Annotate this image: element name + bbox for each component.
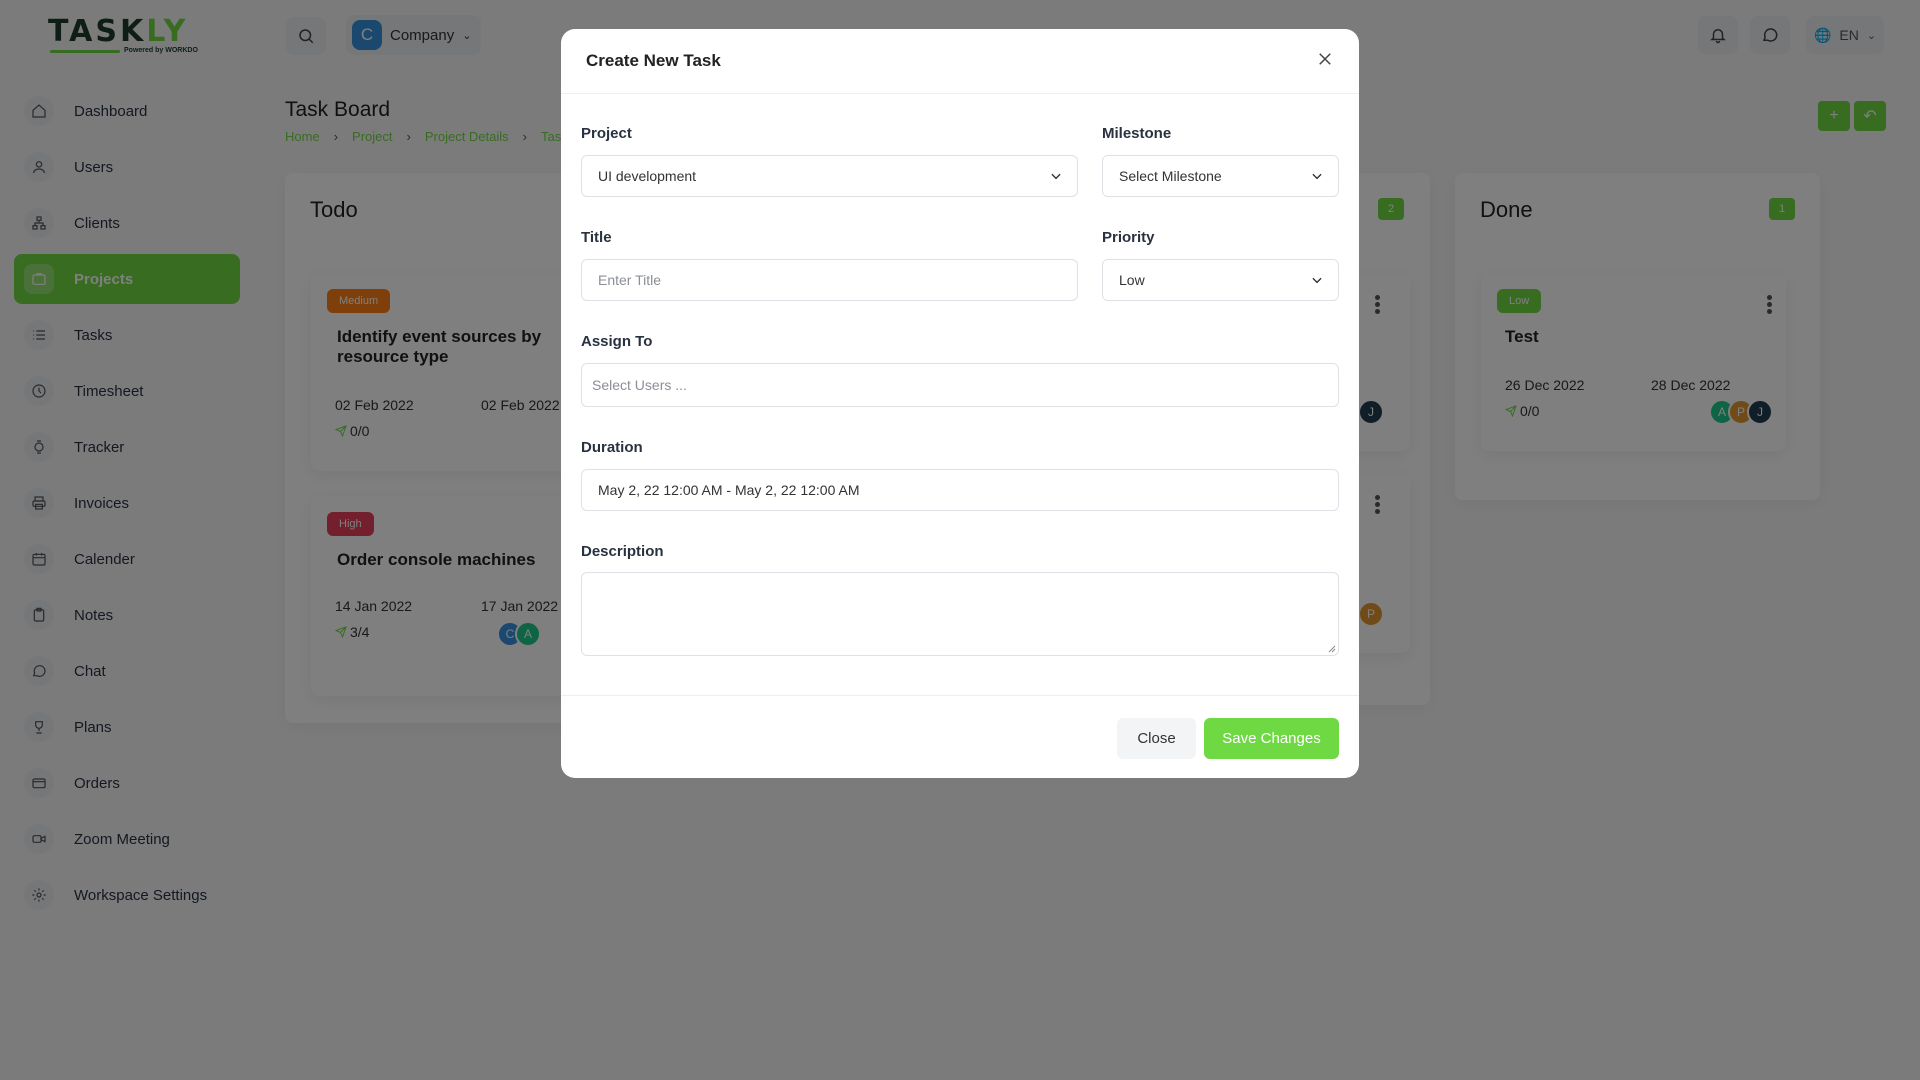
- modal-title: Create New Task: [586, 51, 721, 70]
- chevron-down-icon: [1049, 169, 1063, 183]
- assign-users-placeholder: Select Users ...: [592, 377, 687, 393]
- milestone-select-value: Select Milestone: [1119, 168, 1222, 184]
- project-label: Project: [581, 125, 632, 142]
- modal-header: Create New Task: [561, 29, 1359, 94]
- title-input-placeholder: Enter Title: [598, 272, 662, 288]
- title-input[interactable]: Enter Title: [581, 259, 1078, 301]
- duration-value: May 2, 22 12:00 AM - May 2, 22 12:00 AM: [598, 482, 860, 498]
- create-task-modal: Create New Task Project UI development M…: [561, 29, 1359, 778]
- duration-label: Duration: [581, 439, 643, 456]
- description-label: Description: [581, 543, 664, 560]
- milestone-select[interactable]: Select Milestone: [1102, 155, 1339, 197]
- project-select[interactable]: UI development: [581, 155, 1078, 197]
- resize-handle-icon[interactable]: [1326, 643, 1336, 653]
- modal-footer-divider: [561, 695, 1359, 696]
- priority-select[interactable]: Low: [1102, 259, 1339, 301]
- milestone-label: Milestone: [1102, 125, 1172, 142]
- project-select-value: UI development: [598, 168, 697, 184]
- priority-label: Priority: [1102, 229, 1155, 246]
- duration-input[interactable]: May 2, 22 12:00 AM - May 2, 22 12:00 AM: [581, 469, 1339, 511]
- assign-to-label: Assign To: [581, 333, 653, 350]
- description-textarea[interactable]: [581, 572, 1339, 656]
- save-changes-button[interactable]: Save Changes: [1204, 718, 1339, 759]
- chevron-down-icon: [1310, 273, 1324, 287]
- title-label: Title: [581, 229, 612, 246]
- close-icon[interactable]: [1316, 50, 1338, 72]
- assign-users-select[interactable]: Select Users ...: [581, 363, 1339, 407]
- priority-select-value: Low: [1119, 272, 1145, 288]
- close-button[interactable]: Close: [1117, 718, 1196, 759]
- chevron-down-icon: [1310, 169, 1324, 183]
